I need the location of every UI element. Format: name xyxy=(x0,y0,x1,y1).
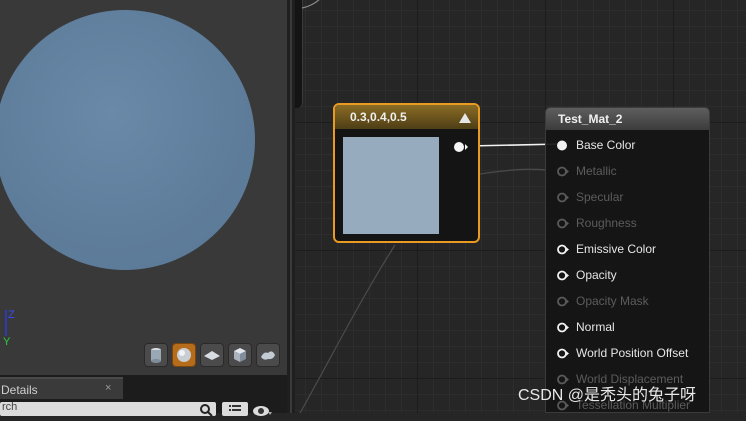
details-search-box[interactable] xyxy=(0,400,216,417)
custom-mesh-preview-button[interactable] xyxy=(256,343,280,367)
pin-label: World Position Offset xyxy=(576,346,689,360)
constant-node-title: 0.3,0.4,0.5 xyxy=(350,110,407,124)
splitter-divider xyxy=(290,0,292,413)
pin-label: Roughness xyxy=(576,216,637,230)
collapse-triangle-icon[interactable] xyxy=(459,113,471,123)
pin-row-normal[interactable]: Normal xyxy=(556,318,706,338)
cube-preview-button[interactable] xyxy=(228,343,252,367)
constant-vector-node[interactable]: 0.3,0.4,0.5 xyxy=(333,103,480,243)
cylinder-preview-button[interactable] xyxy=(144,343,168,367)
close-tab-icon[interactable]: × xyxy=(105,382,111,394)
pin-label: Opacity xyxy=(576,268,617,282)
axis-z-label: Z xyxy=(8,309,15,321)
input-pin-icon[interactable] xyxy=(556,321,569,334)
input-pin-icon xyxy=(557,192,569,203)
input-pin-icon[interactable] xyxy=(556,269,569,282)
pin-row-metallic: Metallic xyxy=(556,162,706,182)
cylinder-preview-icon xyxy=(151,348,161,363)
pin-row-base-color[interactable]: Base Color xyxy=(556,136,706,156)
material-preview-viewport[interactable]: Z Y xyxy=(0,0,287,375)
pin-row-roughness: Roughness xyxy=(556,214,706,234)
input-pin-icon[interactable] xyxy=(556,347,569,360)
pin-row-emissive-color[interactable]: Emissive Color xyxy=(556,240,706,260)
pin-label: Metallic xyxy=(576,164,617,178)
input-pin-icon[interactable] xyxy=(556,243,569,256)
material-result-node[interactable]: Test_Mat_2 Base Color Metallic Specular Rou… xyxy=(545,107,710,413)
pin-row-specular: Specular xyxy=(556,188,706,208)
eye-visibility-icon[interactable] xyxy=(252,404,272,416)
partial-node-edge xyxy=(295,0,303,108)
axis-gizmo-icon: Z Y xyxy=(3,309,15,346)
material-node-header[interactable]: Test_Mat_2 xyxy=(546,108,709,130)
pin-label: Normal xyxy=(576,320,615,334)
details-tab-label: Details xyxy=(1,383,38,397)
sphere-preview-button[interactable] xyxy=(172,343,196,367)
list-view-icon xyxy=(229,405,241,411)
input-pin-icon xyxy=(557,296,569,307)
search-input[interactable] xyxy=(0,400,200,414)
pin-row-opacity[interactable]: Opacity xyxy=(556,266,706,286)
axis-y-label: Y xyxy=(3,336,11,346)
preview-sphere xyxy=(0,10,255,270)
connected-pin-icon[interactable] xyxy=(556,139,569,152)
input-pin-icon xyxy=(557,218,569,229)
color-preview-swatch xyxy=(343,137,439,234)
search-icon[interactable] xyxy=(199,403,213,417)
sphere-preview-icon xyxy=(177,348,191,362)
plane-preview-icon xyxy=(204,351,220,360)
pin-label: Opacity Mask xyxy=(576,294,649,308)
constant-node-header[interactable]: 0.3,0.4,0.5 xyxy=(335,105,478,129)
pin-label: Specular xyxy=(576,190,624,204)
list-view-button[interactable] xyxy=(222,402,248,416)
details-tab[interactable]: Details × xyxy=(0,377,123,399)
plane-preview-button[interactable] xyxy=(200,343,224,367)
pin-label: Base Color xyxy=(576,138,636,152)
custom-mesh-preview-icon xyxy=(261,351,275,360)
pin-row-opacity-mask: Opacity Mask xyxy=(556,292,706,312)
pin-label: Emissive Color xyxy=(576,242,657,256)
material-node-title: Test_Mat_2 xyxy=(558,112,623,126)
output-pin-icon[interactable] xyxy=(453,141,469,153)
pin-row-world-position-offset[interactable]: World Position Offset xyxy=(556,344,706,364)
cube-preview-icon xyxy=(234,348,246,362)
csdn-watermark: CSDN @是秃头的兔子呀 xyxy=(518,387,697,404)
input-pin-icon xyxy=(557,166,569,177)
